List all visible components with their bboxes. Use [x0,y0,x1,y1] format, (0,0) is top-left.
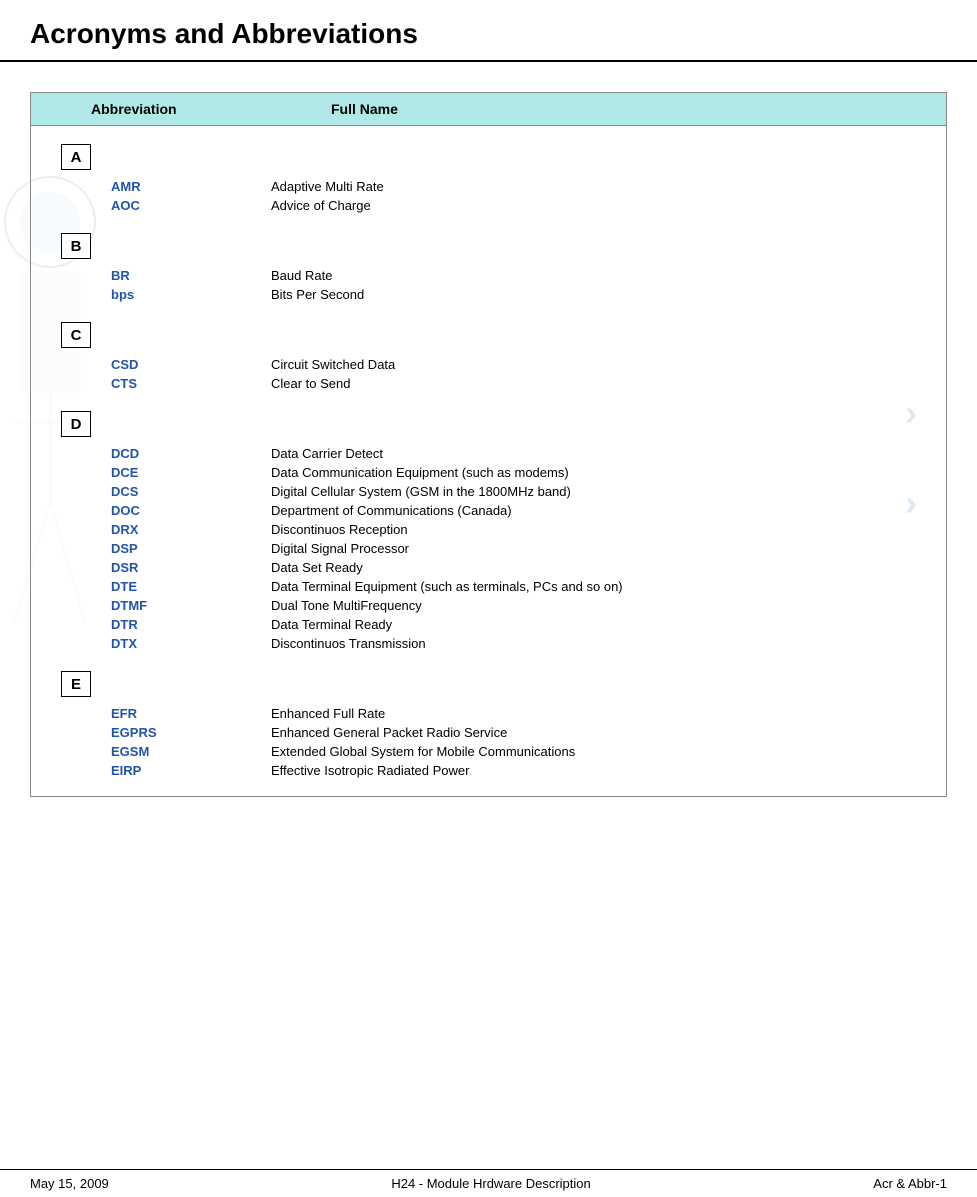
fullname-egprs: Enhanced General Packet Radio Service [271,725,926,740]
abbr-amr: AMR [51,179,271,194]
entry-amr: AMR Adaptive Multi Rate [51,177,926,196]
main-content: › › Abbreviation Full Name A AMR Adaptiv… [0,62,977,857]
section-d: D DCD Data Carrier Detect DCE Data Commu… [51,403,926,653]
entry-dcs: DCS Digital Cellular System (GSM in the … [51,482,926,501]
fullname-aoc: Advice of Charge [271,198,926,213]
abbr-dce: DCE [51,465,271,480]
entry-dtmf: DTMF Dual Tone MultiFrequency [51,596,926,615]
section-letter-c: C [51,314,926,352]
acronyms-table: Abbreviation Full Name A AMR Adaptive Mu… [30,92,947,797]
fullname-dtmf: Dual Tone MultiFrequency [271,598,926,613]
entry-doc: DOC Department of Communications (Canada… [51,501,926,520]
section-letter-e: E [51,663,926,701]
section-letter-b: B [51,225,926,263]
table-body: A AMR Adaptive Multi Rate AOC Advice of … [31,136,946,786]
table-header: Abbreviation Full Name [31,93,946,126]
entry-dcd: DCD Data Carrier Detect [51,444,926,463]
section-b: B BR Baud Rate bps Bits Per Second [51,225,926,304]
abbr-egsm: EGSM [51,744,271,759]
entry-efr: EFR Enhanced Full Rate [51,704,926,723]
abbr-dtx: DTX [51,636,271,651]
fullname-efr: Enhanced Full Rate [271,706,926,721]
fullname-dte: Data Terminal Equipment (such as termina… [271,579,926,594]
fullname-doc: Department of Communications (Canada) [271,503,926,518]
entry-dsr: DSR Data Set Ready [51,558,926,577]
abbr-egprs: EGPRS [51,725,271,740]
fullname-eirp: Effective Isotropic Radiated Power [271,763,926,778]
entry-dtr: DTR Data Terminal Ready [51,615,926,634]
section-letter-a: A [51,136,926,174]
abbr-csd: CSD [51,357,271,372]
entry-dtx: DTX Discontinuos Transmission [51,634,926,653]
abbr-doc: DOC [51,503,271,518]
entry-egsm: EGSM Extended Global System for Mobile C… [51,742,926,761]
page-title: Acronyms and Abbreviations [30,18,947,50]
entry-cts: CTS Clear to Send [51,374,926,393]
abbr-dte: DTE [51,579,271,594]
column-header-abbreviation: Abbreviation [31,101,251,117]
entry-egprs: EGPRS Enhanced General Packet Radio Serv… [51,723,926,742]
abbr-dcd: DCD [51,446,271,461]
page-header: Acronyms and Abbreviations [0,0,977,62]
footer-date: May 15, 2009 [30,1176,109,1191]
entry-aoc: AOC Advice of Charge [51,196,926,215]
fullname-dce: Data Communication Equipment (such as mo… [271,465,926,480]
fullname-br: Baud Rate [271,268,926,283]
fullname-cts: Clear to Send [271,376,926,391]
abbr-aoc: AOC [51,198,271,213]
abbr-dcs: DCS [51,484,271,499]
fullname-amr: Adaptive Multi Rate [271,179,926,194]
footer-doc-title: H24 - Module Hrdware Description [391,1176,590,1191]
abbr-cts: CTS [51,376,271,391]
abbr-dtmf: DTMF [51,598,271,613]
abbr-dsr: DSR [51,560,271,575]
page-footer: May 15, 2009 H24 - Module Hrdware Descri… [0,1169,977,1197]
footer-page-ref: Acr & Abbr-1 [873,1176,947,1191]
section-e: E EFR Enhanced Full Rate EGPRS Enhanced … [51,663,926,786]
entry-br: BR Baud Rate [51,266,926,285]
section-letter-d: D [51,403,926,441]
abbr-dsp: DSP [51,541,271,556]
fullname-egsm: Extended Global System for Mobile Commun… [271,744,926,759]
abbr-eirp: EIRP [51,763,271,778]
entry-eirp: EIRP Effective Isotropic Radiated Power [51,761,926,780]
entry-dte: DTE Data Terminal Equipment (such as ter… [51,577,926,596]
entry-dsp: DSP Digital Signal Processor [51,539,926,558]
fullname-drx: Discontinuos Reception [271,522,926,537]
entry-bps: bps Bits Per Second [51,285,926,304]
section-a: A AMR Adaptive Multi Rate AOC Advice of … [51,136,926,215]
abbr-drx: DRX [51,522,271,537]
column-header-fullname: Full Name [251,101,946,117]
abbr-dtr: DTR [51,617,271,632]
abbr-efr: EFR [51,706,271,721]
section-c: C CSD Circuit Switched Data CTS Clear to… [51,314,926,393]
fullname-dsr: Data Set Ready [271,560,926,575]
fullname-dcs: Digital Cellular System (GSM in the 1800… [271,484,926,499]
fullname-dtr: Data Terminal Ready [271,617,926,632]
entry-csd: CSD Circuit Switched Data [51,355,926,374]
fullname-dcd: Data Carrier Detect [271,446,926,461]
fullname-bps: Bits Per Second [271,287,926,302]
entry-dce: DCE Data Communication Equipment (such a… [51,463,926,482]
abbr-bps: bps [51,287,271,302]
entry-drx: DRX Discontinuos Reception [51,520,926,539]
fullname-csd: Circuit Switched Data [271,357,926,372]
fullname-dsp: Digital Signal Processor [271,541,926,556]
fullname-dtx: Discontinuos Transmission [271,636,926,651]
abbr-br: BR [51,268,271,283]
